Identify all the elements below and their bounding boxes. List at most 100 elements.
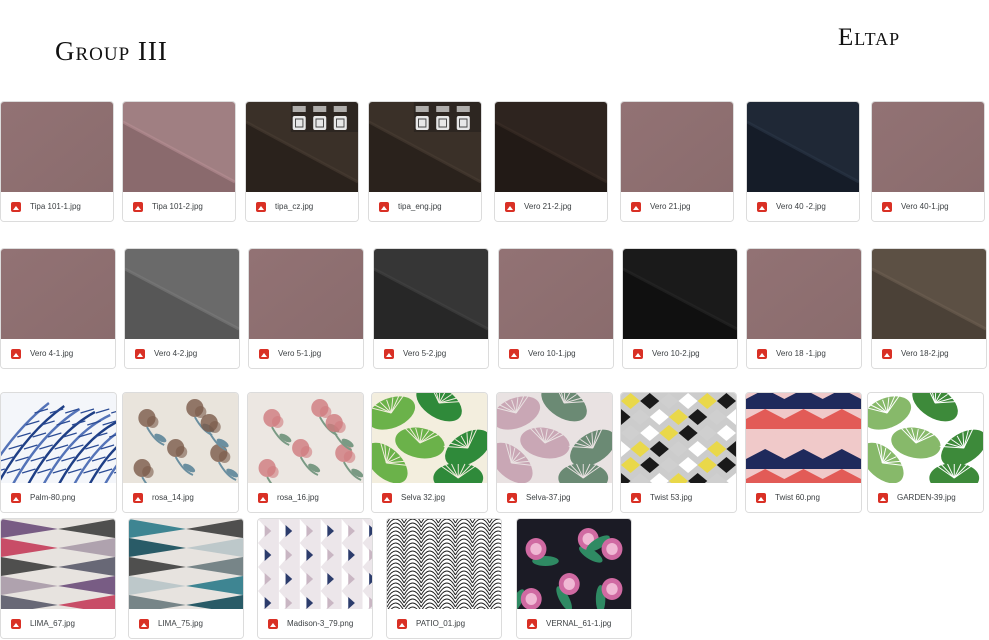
file-caption: Vero 4-2.jpg: [125, 339, 239, 368]
file-tile[interactable]: LIMA_67.jpg: [0, 518, 116, 639]
file-caption: LIMA_67.jpg: [1, 609, 115, 638]
file-name: LIMA_75.jpg: [158, 619, 203, 628]
image-file-icon: [268, 618, 278, 629]
file-tile[interactable]: Twist 60.png: [745, 392, 862, 513]
file-caption: Vero 40-1.jpg: [872, 192, 984, 221]
image-file-icon: [397, 618, 407, 629]
file-thumbnail: [125, 249, 239, 341]
image-file-icon: [258, 492, 268, 503]
file-thumbnail: [621, 102, 733, 194]
file-tile[interactable]: Palm-80.png: [0, 392, 117, 513]
file-caption: Vero 21-2.jpg: [495, 192, 607, 221]
file-name: tipa_cz.jpg: [275, 202, 314, 211]
file-name: Vero 10-2.jpg: [652, 349, 700, 358]
file-thumbnail: [387, 519, 501, 611]
file-tile[interactable]: Vero 18-2.jpg: [871, 248, 987, 369]
file-name: Selva-37.jpg: [526, 493, 571, 502]
file-tile[interactable]: Madison-3_79.png: [257, 518, 373, 639]
file-caption: PATIO_01.jpg: [387, 609, 501, 638]
file-tile[interactable]: Twist 53.jpg: [620, 392, 737, 513]
file-thumbnail: [872, 102, 984, 194]
file-tile[interactable]: Vero 10-2.jpg: [622, 248, 738, 369]
file-tile[interactable]: Vero 4-1.jpg: [0, 248, 116, 369]
file-tile[interactable]: Selva 32.jpg: [371, 392, 488, 513]
file-name: Vero 4-2.jpg: [154, 349, 198, 358]
file-name: Vero 40-1.jpg: [901, 202, 949, 211]
file-tile[interactable]: Vero 4-2.jpg: [124, 248, 240, 369]
file-thumbnail: [517, 519, 631, 611]
file-thumbnail: [372, 393, 487, 485]
file-caption: Twist 60.png: [746, 483, 861, 512]
file-caption: Vero 18-2.jpg: [872, 339, 986, 368]
file-tile[interactable]: Vero 10-1.jpg: [498, 248, 614, 369]
file-thumbnail: [249, 249, 363, 341]
file-thumbnail: [248, 393, 363, 485]
file-tile[interactable]: rosa_16.jpg: [247, 392, 364, 513]
file-caption: tipa_eng.jpg: [369, 192, 481, 221]
image-file-icon: [882, 348, 892, 359]
file-name: Vero 21.jpg: [650, 202, 691, 211]
image-file-icon: [256, 201, 266, 212]
file-caption: Vero 5-2.jpg: [374, 339, 488, 368]
file-tile[interactable]: Vero 40-1.jpg: [871, 101, 985, 222]
file-tile[interactable]: Tipa 101-1.jpg: [0, 101, 114, 222]
file-thumbnail: [369, 102, 481, 194]
file-tile[interactable]: Selva-37.jpg: [496, 392, 613, 513]
file-tile[interactable]: Vero 40 -2.jpg: [746, 101, 860, 222]
file-caption: Tipa 101-2.jpg: [123, 192, 235, 221]
file-thumbnail: [374, 249, 488, 341]
file-thumbnail: [1, 393, 116, 485]
file-name: LIMA_67.jpg: [30, 619, 75, 628]
file-name: Madison-3_79.png: [287, 619, 354, 628]
file-tile[interactable]: Tipa 101-2.jpg: [122, 101, 236, 222]
file-tile[interactable]: Vero 21-2.jpg: [494, 101, 608, 222]
file-tile[interactable]: rosa_14.jpg: [122, 392, 239, 513]
file-thumbnail: [747, 249, 861, 341]
file-tile[interactable]: tipa_eng.jpg: [368, 101, 482, 222]
file-name: Vero 5-1.jpg: [278, 349, 322, 358]
file-thumbnail: [499, 249, 613, 341]
file-tile[interactable]: Vero 5-2.jpg: [373, 248, 489, 369]
file-name: VERNAL_61-1.jpg: [546, 619, 612, 628]
image-file-icon: [11, 618, 21, 629]
file-name: Vero 5-2.jpg: [403, 349, 447, 358]
image-file-icon: [382, 492, 392, 503]
image-file-icon: [259, 348, 269, 359]
file-caption: Vero 21.jpg: [621, 192, 733, 221]
file-caption: rosa_16.jpg: [248, 483, 363, 512]
group-heading: Group III: [55, 36, 168, 66]
brand-heading: Eltap: [838, 24, 901, 51]
file-name: Tipa 101-2.jpg: [152, 202, 203, 211]
file-thumbnail: [497, 393, 612, 485]
file-name: rosa_14.jpg: [152, 493, 194, 502]
file-name: Vero 40 -2.jpg: [776, 202, 826, 211]
file-tile[interactable]: GARDEN-39.jpg: [867, 392, 984, 513]
file-caption: Vero 10-1.jpg: [499, 339, 613, 368]
file-tile[interactable]: Vero 5-1.jpg: [248, 248, 364, 369]
image-file-icon: [11, 492, 21, 503]
file-name: Selva 32.jpg: [401, 493, 446, 502]
file-thumbnail: [129, 519, 243, 611]
file-tile[interactable]: Vero 18 -1.jpg: [746, 248, 862, 369]
file-caption: Twist 53.jpg: [621, 483, 736, 512]
file-caption: Selva-37.jpg: [497, 483, 612, 512]
file-name: Twist 53.jpg: [650, 493, 693, 502]
image-file-icon: [505, 201, 515, 212]
image-file-icon: [882, 201, 892, 212]
image-file-icon: [527, 618, 537, 629]
file-thumbnail: [868, 393, 983, 485]
file-tile[interactable]: Vero 21.jpg: [620, 101, 734, 222]
file-name: Vero 18 -1.jpg: [776, 349, 826, 358]
image-file-icon: [631, 201, 641, 212]
file-caption: VERNAL_61-1.jpg: [517, 609, 631, 638]
file-thumbnail: [495, 102, 607, 194]
file-tile[interactable]: PATIO_01.jpg: [386, 518, 502, 639]
file-tile[interactable]: VERNAL_61-1.jpg: [516, 518, 632, 639]
file-thumbnail: [123, 102, 235, 194]
file-tile[interactable]: LIMA_75.jpg: [128, 518, 244, 639]
file-thumbnail: [246, 102, 358, 194]
file-tile[interactable]: tipa_cz.jpg: [245, 101, 359, 222]
file-thumbnail: [623, 249, 737, 341]
file-name: GARDEN-39.jpg: [897, 493, 956, 502]
image-file-icon: [507, 492, 517, 503]
